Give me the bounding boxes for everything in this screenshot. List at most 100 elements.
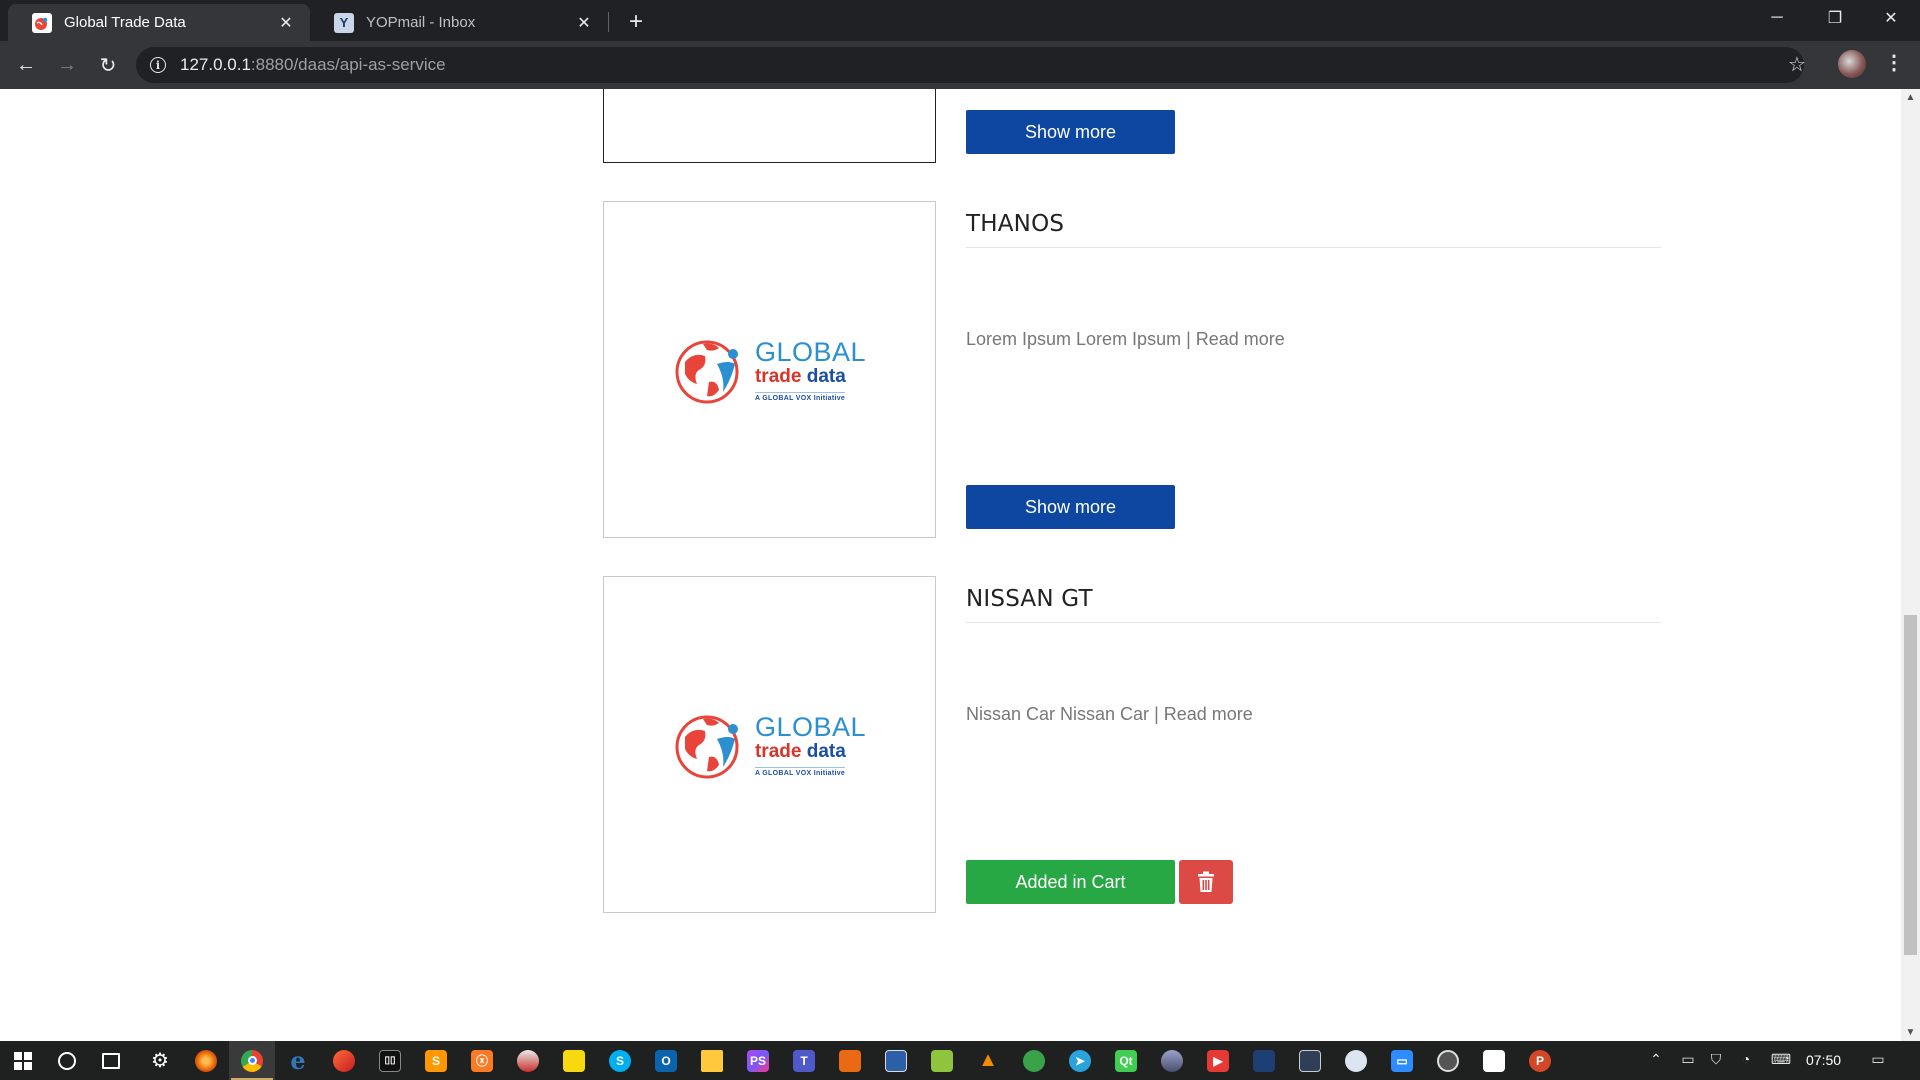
skype-icon[interactable]: S: [597, 1041, 643, 1080]
tab-separator: [608, 12, 609, 32]
kindle-icon[interactable]: ▯▯: [367, 1041, 413, 1080]
added-in-cart-button[interactable]: Added in Cart: [966, 860, 1175, 904]
tab-strip: Global Trade Data ✕ Y YOPmail - Inbox ✕ …: [0, 0, 1920, 41]
xampp-icon[interactable]: ⓧ: [459, 1041, 505, 1080]
app-gray-icon[interactable]: [1149, 1041, 1195, 1080]
app-dark-blue-icon[interactable]: [1241, 1041, 1287, 1080]
remove-from-cart-button[interactable]: [1179, 860, 1233, 904]
sublime-icon[interactable]: S: [413, 1041, 459, 1080]
product-description: Lorem Ipsum Lorem Ipsum | Read more: [966, 329, 1285, 350]
scrollbar-thumb[interactable]: [1904, 615, 1917, 955]
product-image: GLOBAL trade data A GLOBAL VOX Initiativ…: [603, 576, 936, 913]
product-image-partial: [603, 89, 936, 163]
qt-icon[interactable]: Qt: [1103, 1041, 1149, 1080]
page-viewport: Show more GLOBAL trade data A GLOBAL VOX…: [0, 89, 1901, 1041]
show-more-button[interactable]: Show more: [966, 110, 1175, 154]
phpstorm-icon[interactable]: PS: [735, 1041, 781, 1080]
tab-title: Global Trade Data: [64, 14, 186, 31]
cortana-search-icon[interactable]: [44, 1041, 90, 1080]
close-tab-icon[interactable]: ✕: [276, 13, 296, 33]
description-text: Nissan Car Nissan Car: [966, 704, 1155, 724]
global-trade-data-logo: GLOBAL trade data A GLOBAL VOX Initiativ…: [673, 334, 866, 406]
logo-tagline: A GLOBAL VOX Initiative: [754, 766, 846, 777]
logo-global-text: GLOBAL: [754, 336, 867, 367]
firefox-icon[interactable]: [183, 1041, 229, 1080]
teams-icon[interactable]: T: [781, 1041, 827, 1080]
restore-icon[interactable]: ❐: [1806, 0, 1864, 36]
product-description: Nissan Car Nissan Car | Read more: [966, 704, 1253, 725]
forward-icon[interactable]: →: [51, 49, 83, 81]
app-cloud-icon[interactable]: [505, 1041, 551, 1080]
tab-title: YOPmail - Inbox: [366, 14, 476, 31]
app-columns-icon[interactable]: [1287, 1041, 1333, 1080]
app-circle-icon[interactable]: [1425, 1041, 1471, 1080]
trash-icon: [1198, 871, 1214, 892]
description-text: Lorem Ipsum Lorem Ipsum: [966, 329, 1187, 349]
windows-taskbar: ⚙ e ▯▯ S ⓧ S O PS T ▲ ➤ Qt ▶ ▭ P ⌃ ▭ ⛉ ◔…: [0, 1041, 1920, 1080]
app-orange-icon[interactable]: [827, 1041, 873, 1080]
outlook-icon[interactable]: O: [643, 1041, 689, 1080]
file-explorer-icon[interactable]: [689, 1041, 735, 1080]
settings-icon[interactable]: ⚙: [137, 1041, 183, 1080]
zoom-icon[interactable]: ▭: [1379, 1041, 1425, 1080]
globe-icon: [675, 340, 739, 403]
powerpoint-icon[interactable]: P: [1517, 1041, 1563, 1080]
telegram-icon[interactable]: ➤: [1057, 1041, 1103, 1080]
back-icon[interactable]: ←: [10, 49, 42, 81]
global-trade-data-logo: GLOBAL trade data A GLOBAL VOX Initiativ…: [673, 709, 866, 781]
product-title: NISSAN GT: [966, 586, 1093, 612]
notifications-icon[interactable]: ▭: [1868, 1051, 1888, 1068]
task-view-icon[interactable]: [88, 1041, 134, 1080]
windows-start-icon[interactable]: [0, 1041, 46, 1080]
close-tab-icon[interactable]: ✕: [574, 13, 594, 33]
scroll-up-arrow-icon[interactable]: ▲: [1901, 89, 1920, 106]
show-more-button[interactable]: Show more: [966, 485, 1175, 529]
keyboard-icon[interactable]: ⌨: [1766, 1051, 1796, 1068]
read-more-link[interactable]: | Read more: [1186, 329, 1285, 349]
app-white-icon[interactable]: [1471, 1041, 1517, 1080]
new-tab-icon[interactable]: +: [622, 8, 650, 36]
address-bar[interactable]: i 127.0.0.1 :8880/daas/api-as-service: [136, 47, 1804, 83]
wifi-icon[interactable]: ◔: [1736, 1051, 1756, 1067]
close-window-icon[interactable]: ✕: [1862, 0, 1920, 36]
reload-icon[interactable]: ↻: [92, 49, 124, 81]
site-info-icon[interactable]: i: [150, 57, 166, 73]
product-title: THANOS: [966, 211, 1065, 237]
url-path: :8880/daas/api-as-service: [250, 55, 446, 74]
browser-toolbar: ← → ↻ i 127.0.0.1 :8880/daas/api-as-serv…: [0, 41, 1920, 89]
bookmark-star-icon[interactable]: ☆: [1788, 52, 1806, 77]
logo-trade-word: trade: [754, 740, 802, 762]
edge-icon[interactable]: e: [275, 1041, 321, 1080]
global-trade-data-favicon-icon: [32, 12, 52, 33]
defender-shield-icon[interactable]: ⛉: [1706, 1051, 1726, 1068]
app-dashboard-icon[interactable]: [1333, 1041, 1379, 1080]
app-blue-badge-icon[interactable]: [873, 1041, 919, 1080]
logo-trade-word: trade: [754, 365, 802, 387]
show-hidden-icons-icon[interactable]: ⌃: [1646, 1051, 1666, 1068]
profile-avatar[interactable]: [1838, 50, 1866, 78]
taskbar-clock[interactable]: 07:50: [1806, 1052, 1841, 1068]
browser-menu-icon[interactable]: ⋮: [1884, 50, 1904, 75]
page-scrollbar[interactable]: ▲ ▼: [1901, 89, 1920, 1041]
tab-global-trade-data[interactable]: Global Trade Data ✕: [8, 4, 310, 41]
chrome-icon[interactable]: [229, 1041, 275, 1080]
logo-global-text: GLOBAL: [754, 711, 867, 742]
app-red-youtube-icon[interactable]: ▶: [1195, 1041, 1241, 1080]
app-green-circle-icon[interactable]: [1011, 1041, 1057, 1080]
title-divider: [966, 247, 1661, 248]
vlc-icon[interactable]: ▲: [965, 1041, 1011, 1080]
notepad-plus-icon[interactable]: [919, 1041, 965, 1080]
product-image: GLOBAL trade data A GLOBAL VOX Initiativ…: [603, 201, 936, 538]
battery-icon[interactable]: ▭: [1678, 1051, 1698, 1068]
globe-icon: [675, 715, 739, 778]
app-red-swirl-icon[interactable]: [321, 1041, 367, 1080]
logo-data-word: data: [806, 365, 846, 387]
scroll-down-arrow-icon[interactable]: ▼: [1901, 1024, 1920, 1041]
sticky-notes-icon[interactable]: [551, 1041, 597, 1080]
read-more-link[interactable]: | Read more: [1154, 704, 1253, 724]
logo-data-word: data: [806, 740, 846, 762]
tab-yopmail[interactable]: Y YOPmail - Inbox ✕: [310, 4, 608, 41]
url-host: 127.0.0.1: [180, 55, 251, 74]
yopmail-favicon-icon: Y: [334, 12, 354, 33]
minimize-icon[interactable]: ─: [1748, 0, 1806, 36]
